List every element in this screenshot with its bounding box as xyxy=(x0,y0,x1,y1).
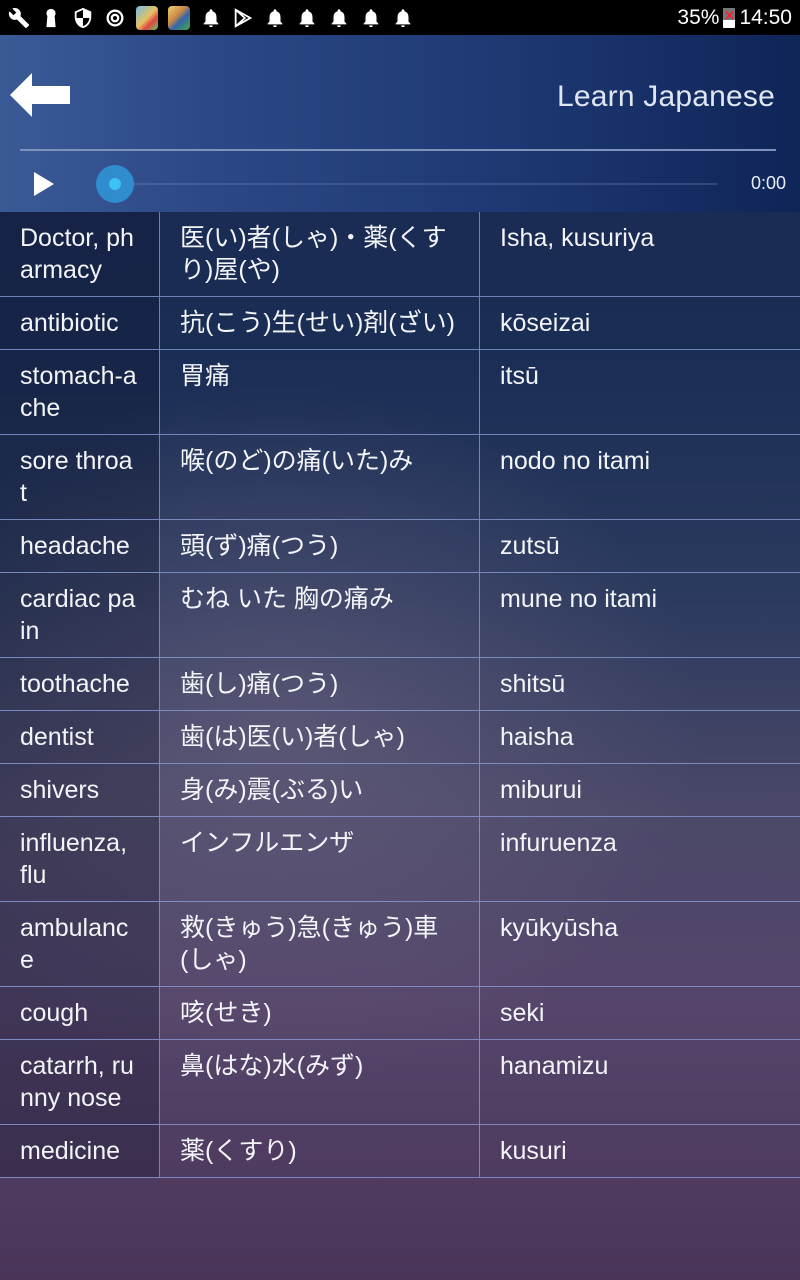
romaji-cell: seki xyxy=(500,999,545,1027)
table-row[interactable]: cardiac pain むね いた 胸の痛み mune no itami xyxy=(0,573,800,658)
english-cell: cardiac pain xyxy=(0,573,160,657)
english-cell: catarrh, runny nose xyxy=(0,1040,160,1124)
english-cell: medicine xyxy=(0,1125,160,1177)
shield-icon xyxy=(72,7,94,29)
table-row[interactable]: medicine 薬(くすり) kusuri xyxy=(0,1125,800,1178)
english-cell: shivers xyxy=(0,764,160,816)
japanese-cell: 喉(のど)の痛(いた)み xyxy=(160,435,480,519)
wrench-icon xyxy=(8,7,30,29)
back-arrow-icon xyxy=(10,73,70,117)
table-row[interactable]: Doctor, pharmacy 医(い)者(しゃ)・薬(くすり)屋(や) Isha… xyxy=(0,212,800,297)
japanese-cell: 歯(は)医(い)者(しゃ) xyxy=(160,711,480,763)
japanese-cell: 救(きゅう)急(きゅう)車(しゃ) xyxy=(160,902,480,986)
header-divider xyxy=(20,149,776,151)
table-row[interactable]: cough 咳(せき) seki xyxy=(0,987,800,1040)
table-row[interactable]: stomach-ache 胃痛 itsū xyxy=(0,350,800,435)
playback-time: 0:00 xyxy=(750,173,786,193)
bell-icon xyxy=(296,7,318,29)
english-cell: sore throat xyxy=(0,435,160,519)
table-row[interactable]: toothache 歯(し)痛(つう) shitsū xyxy=(0,658,800,711)
romaji-cell: shitsū xyxy=(500,670,566,698)
romaji-cell: itsū xyxy=(500,362,539,390)
table-row[interactable]: sore throat 喉(のど)の痛(いた)み nodo no itami xyxy=(0,435,800,520)
japanese-cell: 胃痛 xyxy=(160,350,480,434)
vocabulary-table: Doctor, pharmacy 医(い)者(しゃ)・薬(くすり)屋(や) Isha… xyxy=(0,212,800,1178)
english-cell: toothache xyxy=(0,658,160,710)
play-icon xyxy=(34,172,54,196)
app-screen: Learn Japanese 0:00 Doctor, pharmacy 医(い)… xyxy=(0,35,800,1280)
table-row[interactable]: headache 頭(ず)痛(つう) zutsū xyxy=(0,520,800,573)
notification-icons xyxy=(8,5,414,30)
english-cell: cough xyxy=(0,987,160,1039)
table-row[interactable]: dentist 歯(は)医(い)者(しゃ) haisha xyxy=(0,711,800,764)
romaji-cell: kusuri xyxy=(500,1137,567,1165)
japanese-cell: 医(い)者(しゃ)・薬(くすり)屋(や) xyxy=(160,212,480,296)
table-row[interactable]: shivers 身(み)震(ぶる)い miburui xyxy=(0,764,800,817)
back-button[interactable] xyxy=(10,73,72,117)
japanese-cell: 歯(し)痛(つう) xyxy=(160,658,480,710)
romaji-cell: infuruenza xyxy=(500,829,617,857)
clock: 14:50 xyxy=(739,5,792,29)
bell-icon xyxy=(264,7,286,29)
battery-percent: 35% xyxy=(677,5,720,29)
japanese-cell: むね いた 胸の痛み xyxy=(160,573,480,657)
system-status: 35% ✕ 14:50 xyxy=(677,6,792,30)
english-cell: stomach-ache xyxy=(0,350,160,434)
bell-icon xyxy=(360,7,382,29)
table-row[interactable]: ambulance 救(きゅう)急(きゅう)車(しゃ) kyūkyūsha xyxy=(0,902,800,987)
japanese-cell: 咳(せき) xyxy=(160,987,480,1039)
table-row[interactable]: catarrh, runny nose 鼻(はな)水(みず) hanamizu xyxy=(0,1040,800,1125)
english-cell: ambulance xyxy=(0,902,160,986)
romaji-cell: hanamizu xyxy=(500,1052,609,1080)
english-cell: headache xyxy=(0,520,160,572)
battery-icon: ✕ xyxy=(723,7,736,28)
table-row[interactable]: antibiotic 抗(こう)生(せい)剤(ざい) kōseizai xyxy=(0,297,800,350)
status-bar: 35% ✕ 14:50 xyxy=(0,0,800,35)
english-cell: dentist xyxy=(0,711,160,763)
romaji-cell: kōseizai xyxy=(500,309,591,337)
play-store-icon xyxy=(232,7,254,29)
romaji-cell: haisha xyxy=(500,723,574,751)
play-button[interactable] xyxy=(32,171,56,197)
seek-bar[interactable] xyxy=(115,183,717,185)
table-row[interactable]: influenza, flu インフルエンザ infuruenza xyxy=(0,817,800,902)
romaji-cell: mune no itami xyxy=(500,585,658,613)
japanese-cell: 頭(ず)痛(つう) xyxy=(160,520,480,572)
bell-icon xyxy=(200,7,222,29)
japanese-cell: 薬(くすり) xyxy=(160,1125,480,1177)
bell-icon xyxy=(328,7,350,29)
japanese-cell: 抗(こう)生(せい)剤(ざい) xyxy=(160,297,480,349)
romaji-cell: nodo no itami xyxy=(500,447,651,475)
app-thumbnail-2 xyxy=(168,5,190,30)
english-cell: antibiotic xyxy=(0,297,160,349)
romaji-cell: kyūkyūsha xyxy=(500,914,619,942)
japanese-cell: 鼻(はな)水(みず) xyxy=(160,1040,480,1124)
sync-icon xyxy=(104,7,126,29)
romaji-cell: miburui xyxy=(500,776,582,804)
japanese-cell: 身(み)震(ぶる)い xyxy=(160,764,480,816)
page-title: Learn Japanese xyxy=(557,80,775,113)
keyhole-icon xyxy=(40,7,62,29)
app-thumbnail-1 xyxy=(136,5,158,30)
english-cell: Doctor, pharmacy xyxy=(0,212,160,296)
audio-player: 0:00 xyxy=(0,155,800,211)
seek-thumb[interactable] xyxy=(96,165,134,203)
romaji-cell: zutsū xyxy=(500,532,560,560)
header: Learn Japanese 0:00 xyxy=(0,35,800,212)
romaji-cell: Isha, kusuriya xyxy=(500,224,655,252)
japanese-cell: インフルエンザ xyxy=(160,817,480,901)
english-cell: influenza, flu xyxy=(0,817,160,901)
bell-icon xyxy=(392,7,414,29)
